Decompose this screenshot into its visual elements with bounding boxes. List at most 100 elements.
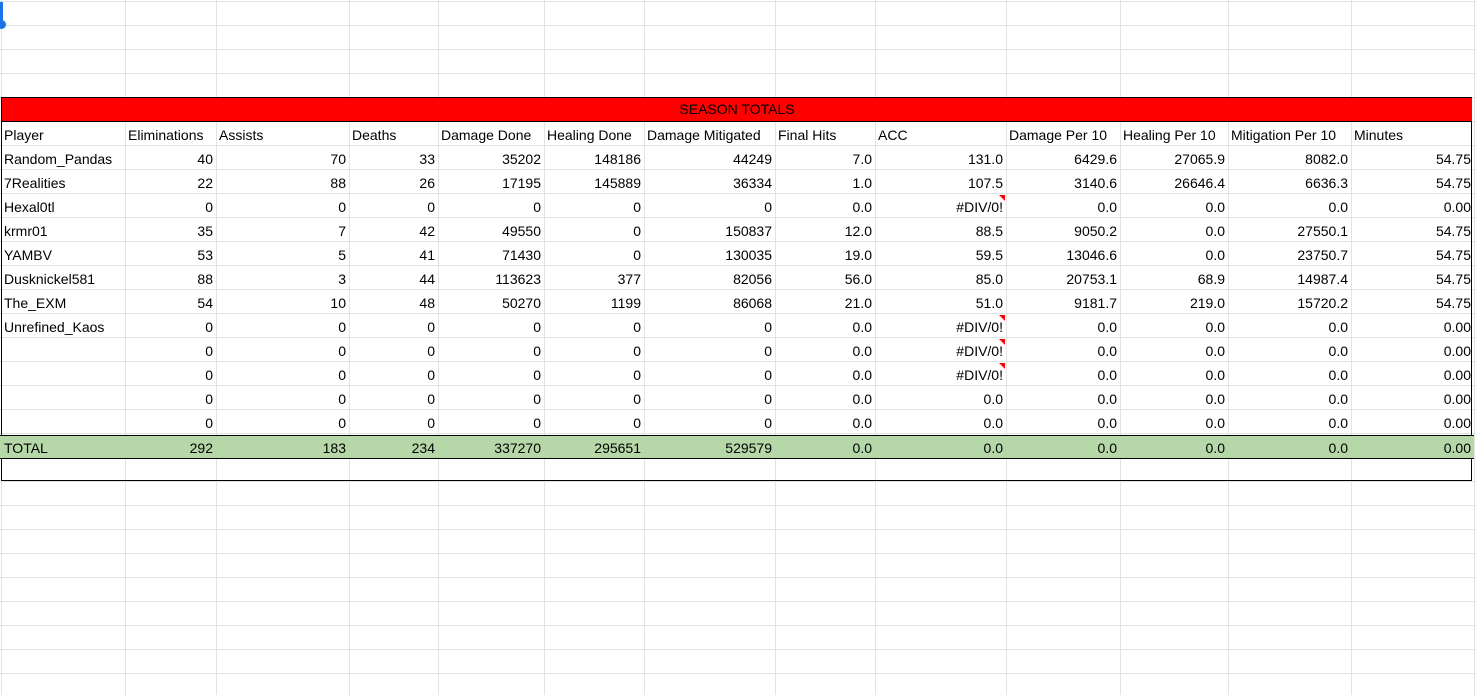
stat-cell[interactable]: 292 bbox=[125, 436, 216, 460]
stat-cell[interactable]: 5 bbox=[216, 243, 349, 267]
stat-cell[interactable]: 44249 bbox=[644, 147, 775, 171]
stat-cell[interactable]: 0.0 bbox=[1120, 387, 1228, 411]
stat-cell[interactable]: 0 bbox=[544, 339, 644, 363]
stat-cell[interactable]: 148186 bbox=[544, 147, 644, 171]
stat-cell[interactable]: 53 bbox=[125, 243, 216, 267]
stat-cell[interactable]: 14987.4 bbox=[1228, 267, 1351, 291]
stat-cell[interactable]: 0.0 bbox=[775, 339, 875, 363]
stat-cell[interactable]: 88 bbox=[125, 267, 216, 291]
stat-cell[interactable]: 130035 bbox=[644, 243, 775, 267]
column-header[interactable]: Minutes bbox=[1351, 123, 1474, 147]
player-name-cell[interactable]: Random_Pandas bbox=[1, 147, 125, 171]
stat-cell[interactable]: 27065.9 bbox=[1120, 147, 1228, 171]
stat-cell[interactable]: 0 bbox=[544, 387, 644, 411]
stat-cell[interactable]: 54.75 bbox=[1351, 291, 1474, 315]
stat-cell[interactable]: 0.0 bbox=[1228, 363, 1351, 387]
stat-cell[interactable]: 234 bbox=[349, 436, 438, 460]
stat-cell[interactable]: 0.0 bbox=[1006, 339, 1120, 363]
stat-cell[interactable]: 41 bbox=[349, 243, 438, 267]
stat-cell[interactable]: 56.0 bbox=[775, 267, 875, 291]
stat-cell[interactable]: 48 bbox=[349, 291, 438, 315]
stat-cell[interactable]: 0.0 bbox=[1120, 339, 1228, 363]
stat-cell[interactable]: 3 bbox=[216, 267, 349, 291]
column-header[interactable]: Damage Per 10 bbox=[1006, 123, 1120, 147]
stat-cell[interactable]: 13046.6 bbox=[1006, 243, 1120, 267]
player-name-cell[interactable]: YAMBV bbox=[1, 243, 125, 267]
player-name-cell[interactable]: 7Realities bbox=[1, 171, 125, 195]
stat-cell[interactable]: 0 bbox=[125, 195, 216, 219]
stat-cell[interactable]: 0 bbox=[349, 363, 438, 387]
stat-cell[interactable]: 0.0 bbox=[1228, 387, 1351, 411]
stat-cell[interactable]: 49550 bbox=[438, 219, 544, 243]
column-header[interactable]: Damage Done bbox=[438, 123, 544, 147]
stat-cell[interactable]: 0 bbox=[125, 339, 216, 363]
stat-cell[interactable]: 0.00 bbox=[1351, 195, 1474, 219]
stat-cell[interactable]: 183 bbox=[216, 436, 349, 460]
stat-cell[interactable]: 0.00 bbox=[1351, 436, 1474, 460]
stat-cell[interactable]: 219.0 bbox=[1120, 291, 1228, 315]
error-comment-marker-icon[interactable] bbox=[999, 339, 1005, 345]
stat-cell[interactable]: 50270 bbox=[438, 291, 544, 315]
stat-cell[interactable]: 22 bbox=[125, 171, 216, 195]
stat-cell[interactable]: 68.9 bbox=[1120, 267, 1228, 291]
stat-cell[interactable]: 529579 bbox=[644, 436, 775, 460]
stat-cell[interactable]: 85.0 bbox=[875, 267, 1006, 291]
stat-cell[interactable]: 0 bbox=[438, 195, 544, 219]
stat-cell[interactable]: 0 bbox=[216, 363, 349, 387]
stat-cell[interactable]: 1.0 bbox=[775, 171, 875, 195]
stat-cell[interactable]: 36334 bbox=[644, 171, 775, 195]
stat-cell[interactable]: 0.00 bbox=[1351, 387, 1474, 411]
stat-cell[interactable]: 33 bbox=[349, 147, 438, 171]
stat-cell[interactable]: 0.00 bbox=[1351, 363, 1474, 387]
stat-cell[interactable]: 0.0 bbox=[1006, 363, 1120, 387]
stat-cell[interactable]: 0.0 bbox=[775, 436, 875, 460]
stat-cell[interactable]: #DIV/0! bbox=[875, 315, 1006, 339]
stat-cell[interactable]: 0 bbox=[438, 411, 544, 435]
stat-cell[interactable]: 44 bbox=[349, 267, 438, 291]
stat-cell[interactable]: 40 bbox=[125, 147, 216, 171]
stat-cell[interactable]: 0 bbox=[125, 363, 216, 387]
stat-cell[interactable]: 0.0 bbox=[1120, 243, 1228, 267]
stat-cell[interactable]: 131.0 bbox=[875, 147, 1006, 171]
stat-cell[interactable]: 0.0 bbox=[1120, 315, 1228, 339]
stat-cell[interactable]: 35202 bbox=[438, 147, 544, 171]
stat-cell[interactable]: 82056 bbox=[644, 267, 775, 291]
stat-cell[interactable]: 0.0 bbox=[1228, 339, 1351, 363]
stat-cell[interactable]: 6636.3 bbox=[1228, 171, 1351, 195]
stat-cell[interactable]: 0.0 bbox=[775, 363, 875, 387]
stat-cell[interactable]: 15720.2 bbox=[1228, 291, 1351, 315]
stat-cell[interactable]: 21.0 bbox=[775, 291, 875, 315]
stat-cell[interactable]: 54.75 bbox=[1351, 267, 1474, 291]
stat-cell[interactable]: 88.5 bbox=[875, 219, 1006, 243]
stat-cell[interactable]: 0.00 bbox=[1351, 315, 1474, 339]
stat-cell[interactable]: 0 bbox=[349, 387, 438, 411]
column-header[interactable]: Eliminations bbox=[125, 123, 216, 147]
stat-cell[interactable]: 0 bbox=[544, 219, 644, 243]
stat-cell[interactable]: 0 bbox=[125, 315, 216, 339]
stat-cell[interactable]: 0.0 bbox=[1006, 411, 1120, 435]
stat-cell[interactable]: 9050.2 bbox=[1006, 219, 1120, 243]
stat-cell[interactable]: 71430 bbox=[438, 243, 544, 267]
stat-cell[interactable]: #DIV/0! bbox=[875, 363, 1006, 387]
stat-cell[interactable]: 0.0 bbox=[1120, 219, 1228, 243]
column-header[interactable]: Deaths bbox=[349, 123, 438, 147]
stat-cell[interactable]: 0.00 bbox=[1351, 339, 1474, 363]
stat-cell[interactable]: 0.0 bbox=[1228, 195, 1351, 219]
stat-cell[interactable]: 12.0 bbox=[775, 219, 875, 243]
player-name-cell[interactable] bbox=[1, 339, 125, 363]
stat-cell[interactable]: 0.0 bbox=[1228, 436, 1351, 460]
stat-cell[interactable]: 0.0 bbox=[1120, 411, 1228, 435]
stat-cell[interactable]: 0.0 bbox=[1120, 363, 1228, 387]
stat-cell[interactable]: 0 bbox=[438, 339, 544, 363]
stat-cell[interactable]: 10 bbox=[216, 291, 349, 315]
player-name-cell[interactable]: The_EXM bbox=[1, 291, 125, 315]
stat-cell[interactable]: 54.75 bbox=[1351, 219, 1474, 243]
stat-cell[interactable]: 0 bbox=[644, 315, 775, 339]
stat-cell[interactable]: 0 bbox=[216, 387, 349, 411]
stat-cell[interactable]: 0 bbox=[438, 363, 544, 387]
stat-cell[interactable]: 0.0 bbox=[775, 387, 875, 411]
stat-cell[interactable]: 70 bbox=[216, 147, 349, 171]
stat-cell[interactable]: 59.5 bbox=[875, 243, 1006, 267]
error-comment-marker-icon[interactable] bbox=[999, 363, 1005, 369]
stat-cell[interactable]: 0.0 bbox=[875, 436, 1006, 460]
